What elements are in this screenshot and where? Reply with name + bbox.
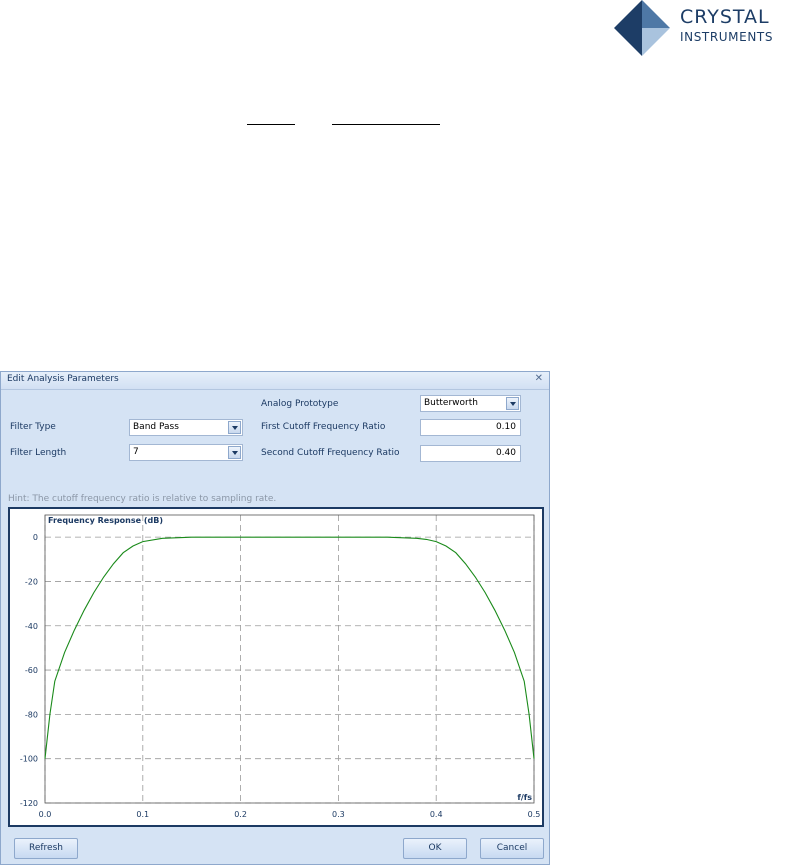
- filter-length-value: 7: [133, 447, 139, 457]
- ok-button[interactable]: OK: [403, 838, 467, 859]
- logo-text-instruments: INSTRUMENTS: [680, 30, 774, 44]
- y-tick-label: -20: [25, 577, 38, 586]
- filter-type-value: Band Pass: [133, 422, 179, 432]
- x-tick-label: 0.4: [430, 810, 443, 819]
- y-tick-label: -80: [25, 710, 38, 719]
- second-cutoff-input[interactable]: 0.40: [420, 445, 521, 462]
- logo-text-crystal: CRYSTAL: [680, 6, 770, 28]
- divider-line-right: [332, 124, 440, 125]
- analog-prototype-label: Analog Prototype: [261, 399, 339, 409]
- dialog-title: Edit Analysis Parameters: [7, 374, 119, 384]
- frequency-response-plot: 0.0 0.1 0.2 0.3 0.4 0.5 0 -20 -40 -60 -80 -100 -120 F…: [10, 509, 542, 825]
- x-tick-label: 0.5: [528, 810, 541, 819]
- dialog-titlebar: Edit Analysis Parameters ✕: [1, 372, 549, 390]
- y-tick-label: -40: [25, 622, 38, 631]
- y-tick-label: -100: [20, 755, 38, 764]
- y-tick-label: 0: [33, 533, 38, 542]
- second-cutoff-label: Second Cutoff Frequency Ratio: [261, 448, 400, 458]
- chevron-down-icon[interactable]: [228, 421, 241, 434]
- analog-prototype-select[interactable]: Butterworth: [420, 395, 521, 412]
- chevron-down-icon[interactable]: [228, 446, 241, 459]
- filter-type-label: Filter Type: [10, 422, 56, 432]
- x-axis-label: f/fs: [517, 793, 532, 802]
- x-tick-label: 0.3: [332, 810, 345, 819]
- analog-prototype-value: Butterworth: [424, 398, 478, 408]
- filter-length-label: Filter Length: [10, 448, 67, 458]
- y-tick-label: -60: [25, 666, 38, 675]
- chevron-down-icon[interactable]: [506, 397, 519, 410]
- first-cutoff-label: First Cutoff Frequency Ratio: [261, 422, 386, 432]
- frequency-response-chart: 0.0 0.1 0.2 0.3 0.4 0.5 0 -20 -40 -60 -80 -100 -120 F…: [8, 507, 544, 827]
- refresh-button[interactable]: Refresh: [14, 838, 78, 859]
- logo-diamond-icon: [614, 0, 670, 56]
- chart-background: [10, 509, 542, 825]
- filter-length-select[interactable]: 7: [129, 444, 243, 461]
- cancel-button[interactable]: Cancel: [480, 838, 544, 859]
- crystal-instruments-logo: CRYSTAL INSTRUMENTS: [614, 0, 790, 56]
- x-tick-label: 0.1: [136, 810, 149, 819]
- hint-text: Hint: The cutoff frequency ratio is rela…: [8, 494, 277, 504]
- close-icon[interactable]: ✕: [535, 373, 543, 384]
- x-tick-label: 0.2: [234, 810, 247, 819]
- first-cutoff-value: 0.10: [495, 422, 516, 432]
- filter-type-select[interactable]: Band Pass: [129, 419, 243, 436]
- y-tick-label: -120: [20, 799, 38, 808]
- edit-analysis-parameters-dialog: Edit Analysis Parameters ✕ Analog Protot…: [0, 371, 550, 865]
- chart-title: Frequency Response (dB): [48, 516, 163, 525]
- first-cutoff-input[interactable]: 0.10: [420, 419, 521, 436]
- second-cutoff-value: 0.40: [495, 448, 516, 458]
- x-tick-label: 0.0: [39, 810, 52, 819]
- divider-line-left: [247, 124, 295, 125]
